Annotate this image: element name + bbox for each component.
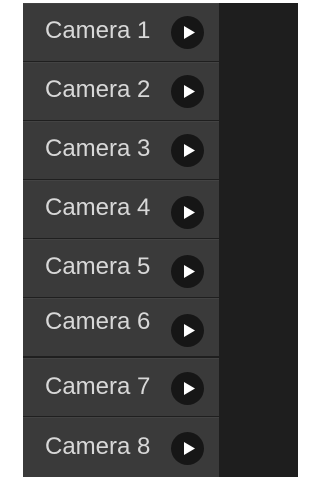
play-icon[interactable] bbox=[171, 314, 204, 347]
camera-label: Camera 5 bbox=[45, 253, 151, 280]
camera-row-3[interactable]: Camera 3 bbox=[23, 121, 219, 180]
camera-label: Camera 8 bbox=[45, 433, 151, 460]
camera-row-1[interactable]: Camera 1 bbox=[23, 3, 219, 62]
camera-row-6[interactable]: Camera 6 bbox=[23, 298, 219, 357]
play-icon[interactable] bbox=[171, 16, 204, 49]
play-icon[interactable] bbox=[171, 255, 204, 288]
camera-label: Camera 4 bbox=[45, 194, 151, 221]
play-icon[interactable] bbox=[171, 432, 204, 465]
camera-row-8[interactable]: Camera 8 bbox=[23, 417, 219, 477]
play-icon[interactable] bbox=[171, 75, 204, 108]
camera-label: Camera 7 bbox=[45, 373, 151, 400]
camera-label: Camera 1 bbox=[45, 17, 151, 44]
camera-row-4[interactable]: Camera 4 bbox=[23, 180, 219, 239]
camera-label: Camera 3 bbox=[45, 135, 151, 162]
camera-panel: Camera 1 Camera 2 Camera 3 Camera 4 Came bbox=[23, 3, 298, 477]
camera-row-7[interactable]: Camera 7 bbox=[23, 358, 219, 417]
camera-row-2[interactable]: Camera 2 bbox=[23, 62, 219, 121]
camera-label: Camera 6 bbox=[45, 308, 151, 335]
play-icon[interactable] bbox=[171, 196, 204, 229]
camera-row-5[interactable]: Camera 5 bbox=[23, 239, 219, 298]
play-icon[interactable] bbox=[171, 134, 204, 167]
camera-list: Camera 1 Camera 2 Camera 3 Camera 4 Came bbox=[23, 3, 219, 477]
camera-label: Camera 2 bbox=[45, 76, 151, 103]
play-icon[interactable] bbox=[171, 372, 204, 405]
